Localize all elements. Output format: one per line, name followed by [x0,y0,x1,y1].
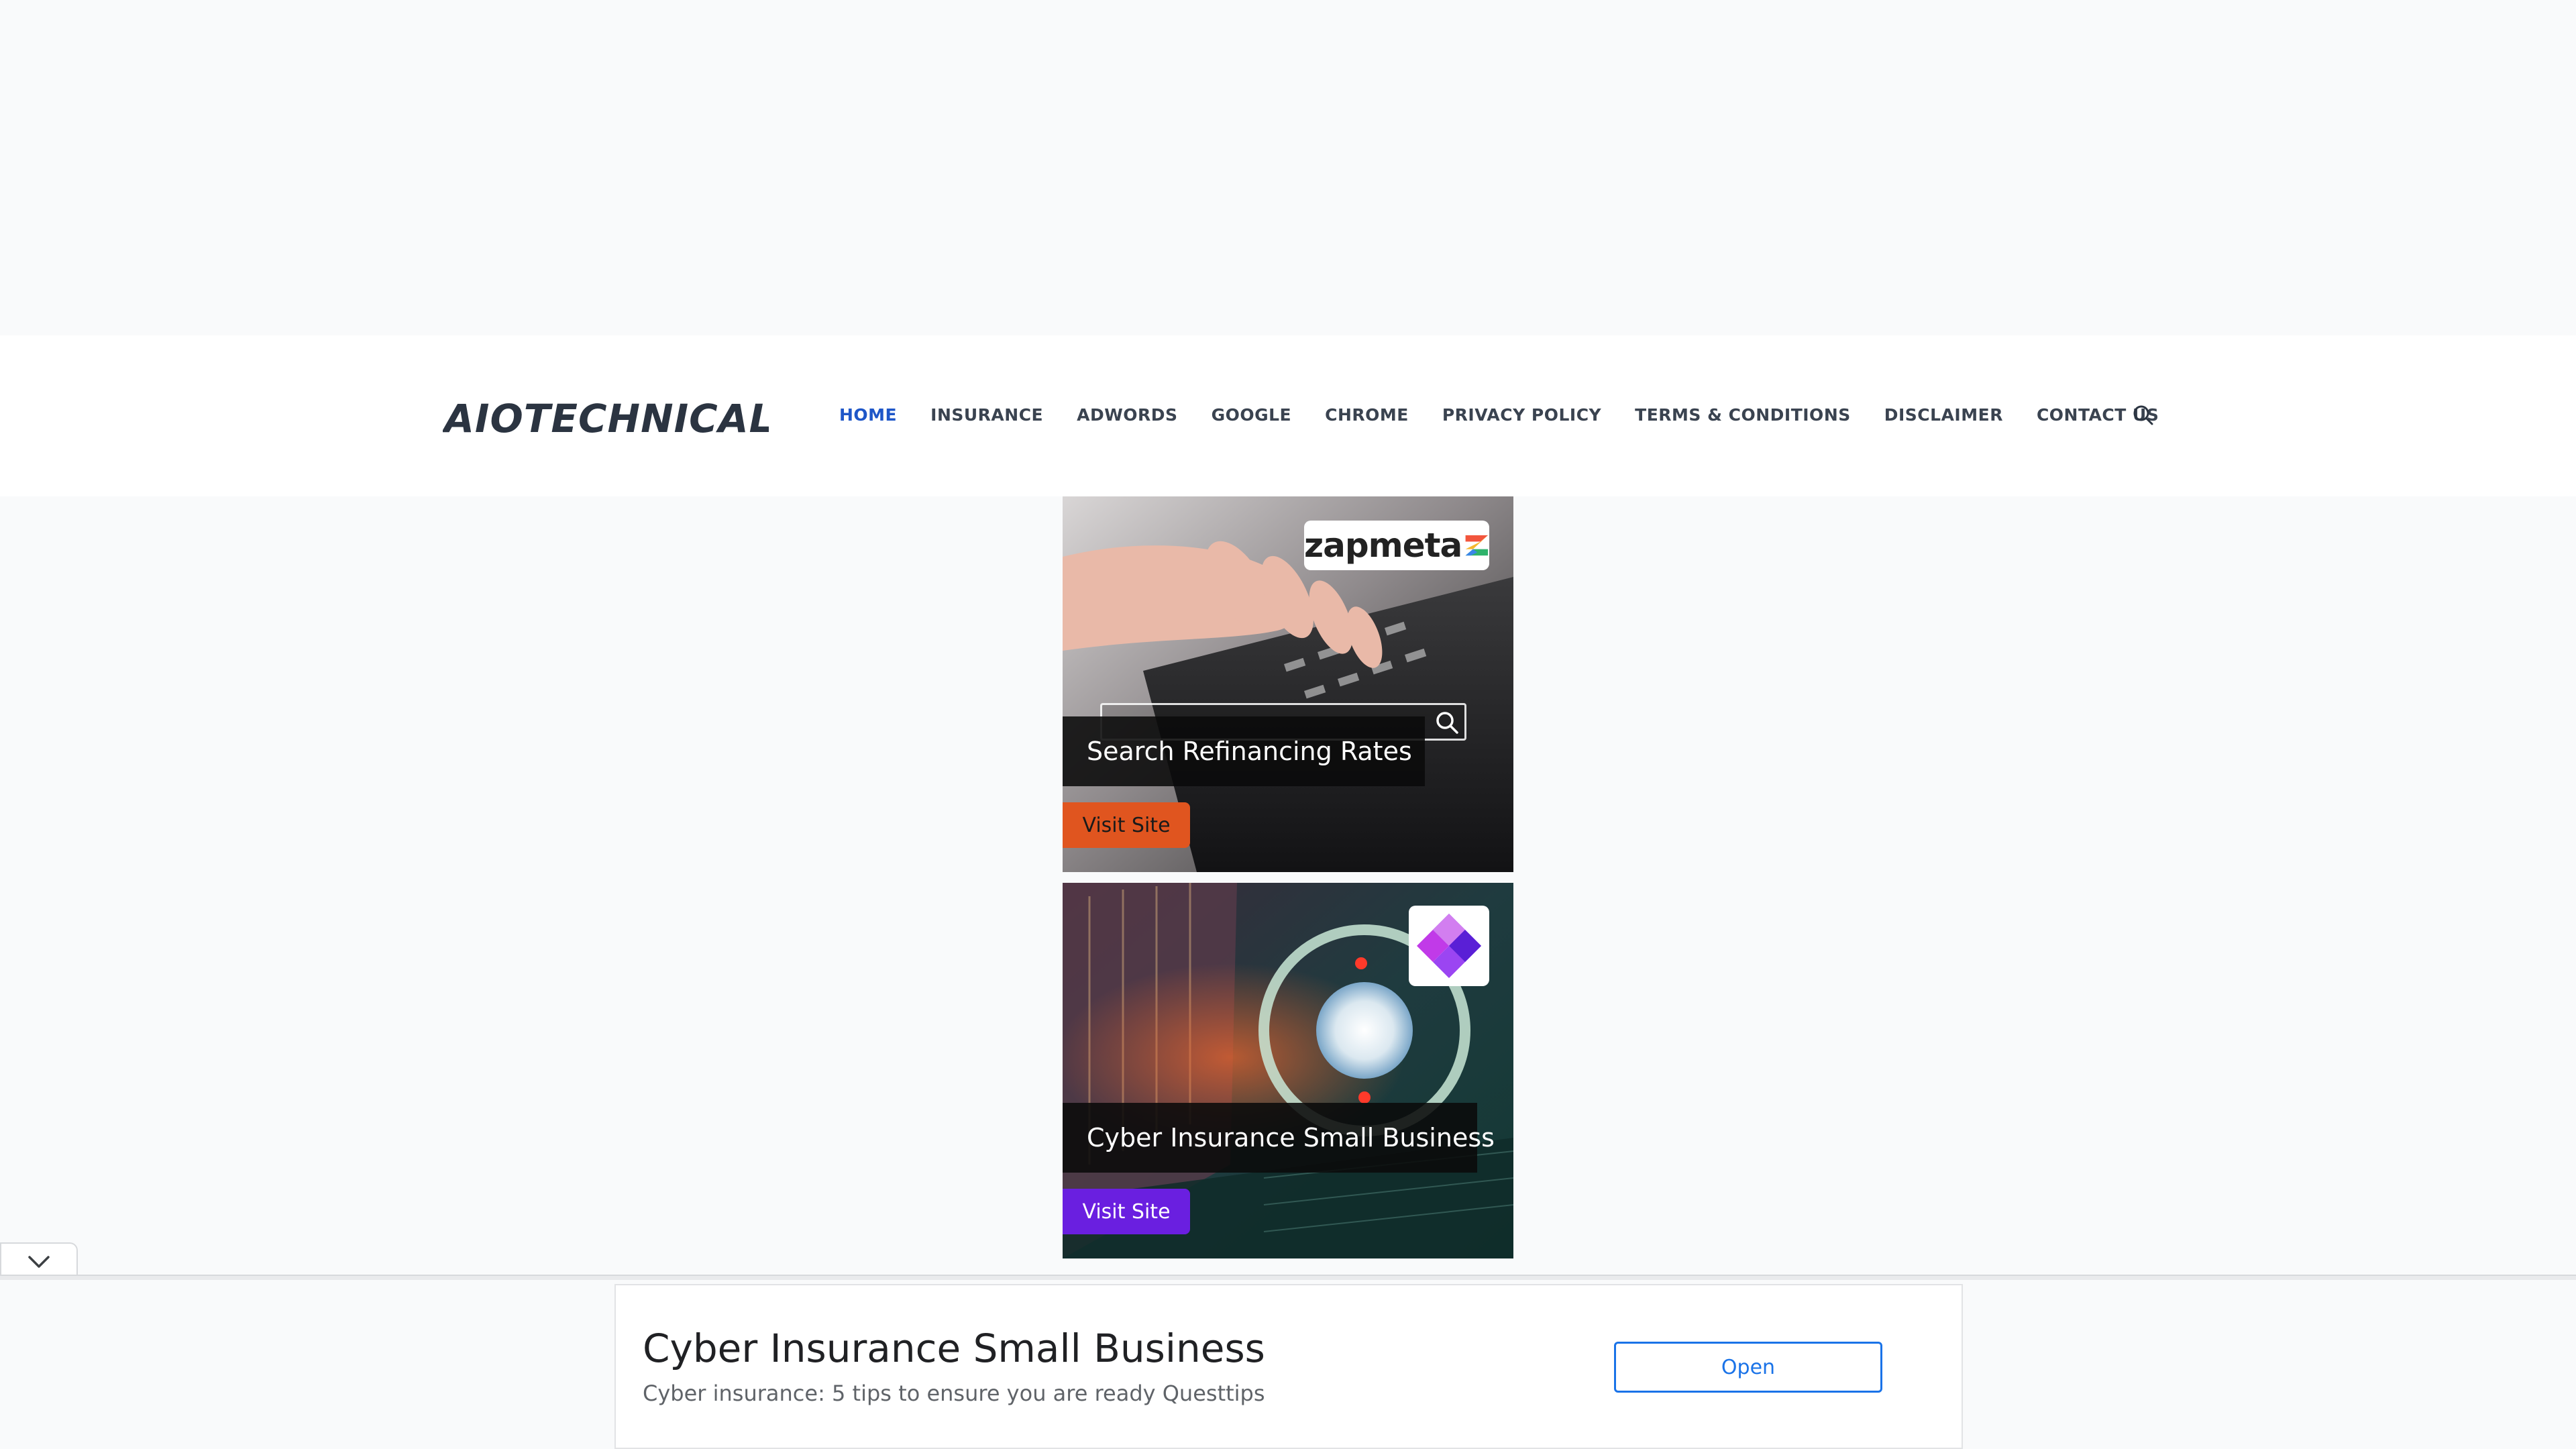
open-button[interactable]: Open [1614,1342,1882,1393]
bottom-ad-description: Cyber insurance: 5 tips to ensure you ar… [643,1381,1265,1406]
nav-item-privacy-policy[interactable]: PRIVACY POLICY [1426,405,1618,425]
nav-item-disclaimer[interactable]: DISCLAIMER [1868,405,2020,425]
zapmeta-logo: zapmeta [1304,521,1489,570]
magnifier-icon [1436,712,1458,734]
chevron-down-icon [28,1256,50,1268]
site-logo[interactable]: AIOTECHNICAL [443,397,769,437]
brand-logo [1409,906,1489,986]
logo-text: AIOTECHNICAL [443,397,769,437]
top-ad-space [0,0,2576,335]
search-icon [2133,405,2153,425]
nav-item-chrome[interactable]: CHROME [1308,405,1426,425]
ad-headline[interactable]: Search Refinancing Rates [1063,716,1425,786]
nav-item-insurance[interactable]: INSURANCE [914,405,1060,425]
sticky-ad-divider [0,1275,2576,1280]
zapmeta-z-icon [1465,535,1489,556]
nav-item-google[interactable]: GOOGLE [1195,405,1309,425]
ad-card-refinancing[interactable]: zapmeta Search Refinancing Rates Visit S… [1063,496,1513,872]
nav-item-adwords[interactable]: ADWORDS [1060,405,1194,425]
logo-wordmark: AIOTECHNICAL [443,397,769,437]
sticky-bottom-ad[interactable]: Cyber Insurance Small Business Cyber ins… [614,1284,1963,1449]
nav-item-terms-conditions[interactable]: TERMS & CONDITIONS [1618,405,1868,425]
visit-site-button[interactable]: Visit Site [1063,1189,1190,1234]
visit-site-button[interactable]: Visit Site [1063,802,1190,848]
bottom-ad-title[interactable]: Cyber Insurance Small Business [643,1326,1265,1371]
ad-card-cyber-insurance[interactable]: Cyber Insurance Small Business Visit Sit… [1063,883,1513,1258]
main-nav: HOME INSURANCE ADWORDS GOOGLE CHROME PRI… [822,396,2176,433]
header-search-button[interactable] [2128,400,2159,431]
diamond-logo-icon [1417,914,1481,978]
zapmeta-logo-text: zapmeta [1304,526,1462,565]
site-header: AIOTECHNICAL HOME INSURANCE ADWORDS GOOG… [0,335,2576,496]
ad-headline[interactable]: Cyber Insurance Small Business [1063,1103,1495,1173]
nav-item-home[interactable]: HOME [822,405,914,425]
